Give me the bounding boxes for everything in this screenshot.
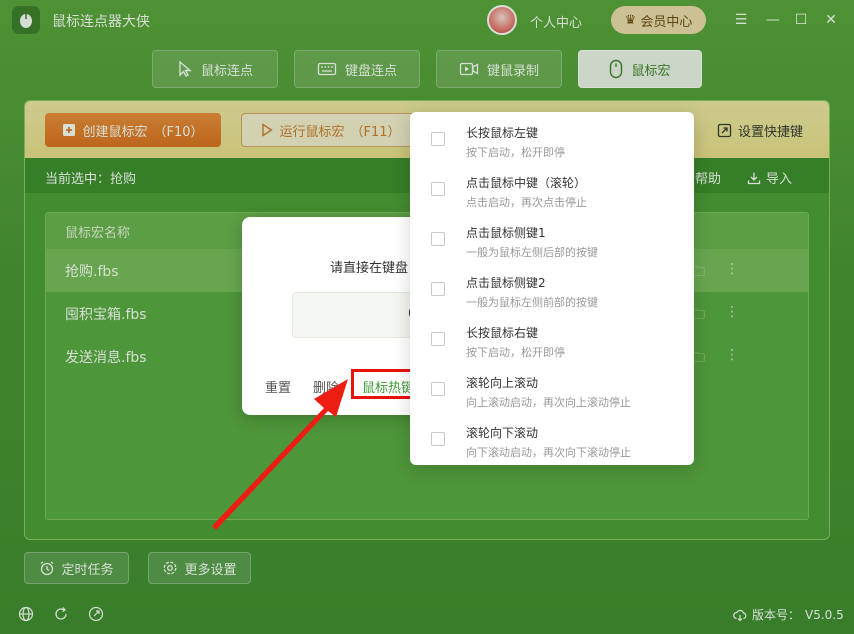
dropdown-item-desc: 一般为鼠标左侧后部的按键 xyxy=(466,246,598,259)
dropdown-item[interactable]: 点击鼠标侧键2 一般为鼠标左侧前部的按键 xyxy=(410,263,694,313)
checkbox[interactable] xyxy=(431,182,445,196)
dropdown-item-desc: 按下启动，松开即停 xyxy=(466,346,565,359)
dropdown-item[interactable]: 滚轮向下滚动 向下滚动启动，再次向下滚动停止 xyxy=(410,413,694,463)
dropdown-item-title: 点击鼠标中键（滚轮） xyxy=(466,176,587,190)
dropdown-item-title: 滚轮向上滚动 xyxy=(466,376,539,390)
checkbox[interactable] xyxy=(431,332,445,346)
dropdown-item-desc: 向下滚动启动，再次向下滚动停止 xyxy=(466,446,631,459)
dropdown-item[interactable]: 点击鼠标侧键1 一般为鼠标左侧后部的按键 xyxy=(410,213,694,263)
dropdown-item[interactable]: 滚轮向上滚动 向上滚动启动，再次向上滚动停止 xyxy=(410,363,694,413)
dropdown-item-desc: 向上滚动启动，再次向上滚动停止 xyxy=(466,396,631,409)
checkbox[interactable] xyxy=(431,282,445,296)
dropdown-item[interactable]: 长按鼠标右键 按下启动，松开即停 xyxy=(410,313,694,363)
dropdown-item-title: 滚轮向下滚动 xyxy=(466,426,539,440)
checkbox[interactable] xyxy=(431,232,445,246)
checkbox[interactable] xyxy=(431,432,445,446)
dropdown-item-title: 点击鼠标侧键2 xyxy=(466,276,546,290)
dropdown-item[interactable]: 点击鼠标中键（滚轮） 点击启动，再次点击停止 xyxy=(410,163,694,213)
dropdown-item-desc: 点击启动，再次点击停止 xyxy=(466,196,587,209)
mouse-hotkey-dropdown: 长按鼠标左键 按下启动，松开即停 点击鼠标中键（滚轮） 点击启动，再次点击停止 … xyxy=(410,112,694,465)
dropdown-item-title: 长按鼠标右键 xyxy=(466,326,539,340)
dropdown-item[interactable]: 长按鼠标左键 按下启动，松开即停 xyxy=(410,113,694,163)
dropdown-item-desc: 按下启动，松开即停 xyxy=(466,146,565,159)
checkbox[interactable] xyxy=(431,382,445,396)
dropdown-item-desc: 一般为鼠标左侧前部的按键 xyxy=(466,296,598,309)
dropdown-item-title: 点击鼠标侧键1 xyxy=(466,226,546,240)
checkbox[interactable] xyxy=(431,132,445,146)
dropdown-item-title: 长按鼠标左键 xyxy=(466,126,539,140)
